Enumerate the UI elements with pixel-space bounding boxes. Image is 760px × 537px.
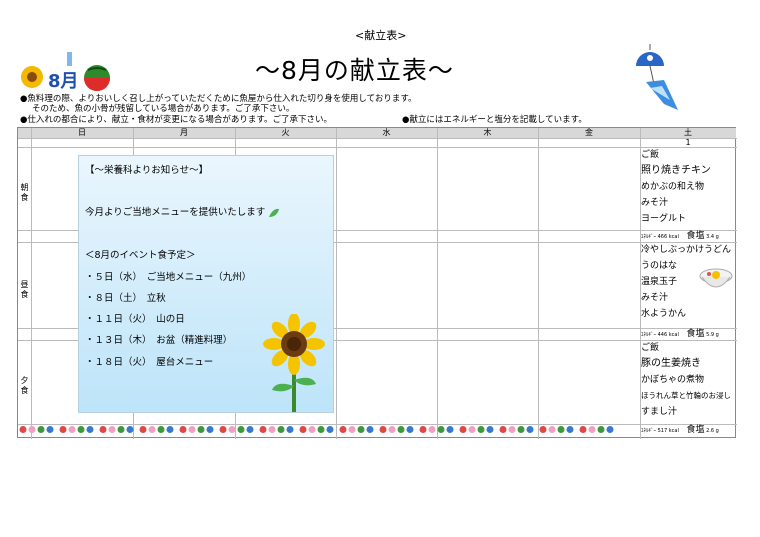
saturday-breakfast-menu: ご飯 照り焼きチキン めかぶの和え物 みそ汁 ヨーグルト [641, 147, 736, 227]
meal-label-breakfast: 朝 食 [20, 183, 29, 202]
sunflower-icon [263, 314, 325, 412]
note-fish-bones-cont: そのため、魚の小骨が残留している場合があります。ご了承下さい。 [32, 104, 295, 114]
watermelon-icon [84, 65, 110, 91]
note-menu-change: ●仕入れの都合により、献立・食材が変更になる場合があります。ご了承下さい。 [20, 115, 333, 125]
day-header-thu: 木 [437, 128, 538, 138]
day-header-sat: 土 [640, 128, 736, 138]
month-logo: 8月 [21, 52, 110, 92]
menu-item: かぼちゃの煮物 [641, 375, 705, 385]
event-item: ・８日（土） 立秋 [85, 293, 166, 304]
day-header-sun: 日 [31, 128, 133, 138]
meal-label-dinner: 夕 食 [20, 376, 29, 395]
note-energy-salt: ●献立にはエネルギーと塩分を記載しています。 [402, 115, 587, 125]
fish-cake-icon [19, 426, 54, 433]
notice-heading: 【～栄養科よりお知らせ～】 [85, 165, 209, 176]
menu-item: みそ汁 [641, 198, 669, 208]
menu-item: すまし汁 [641, 407, 678, 417]
lunch-nutrition: ｴﾈﾙｷﾞｰ 446 kcal 食塩 5.9 g [641, 329, 719, 339]
event-item: ・５日（水） ご当地メニュー（九州） [85, 272, 252, 283]
event-item: ・１８日（火） 屋台メニュー [85, 357, 214, 368]
wind-chime-icon [636, 44, 678, 110]
day-header-mon: 月 [133, 128, 235, 138]
menu-item: ヨーグルト [641, 214, 687, 224]
menu-item: ほうれん草と竹輪のお浸し [641, 391, 731, 400]
menu-item: 冷やしぶっかけうどん [641, 245, 732, 255]
menu-item: ご飯 [641, 343, 660, 353]
menu-item: 豚の生姜焼き [641, 358, 701, 369]
note-fish-bones: ●魚料理の際、よりおいしく召し上がっていただくために魚屋から仕入れた切り身を使用… [20, 94, 417, 104]
meal-label-lunch: 昼 食 [20, 280, 29, 299]
ice-icon [67, 52, 72, 66]
sunflower-icon [21, 66, 43, 88]
day-header-tue: 火 [235, 128, 336, 138]
page-title: ～8月の献立表～ [255, 56, 454, 85]
leaf-icon [269, 208, 280, 217]
menu-item: めかぶの和え物 [641, 182, 705, 192]
saturday-date: 1 [685, 138, 691, 147]
day-header-fri: 金 [538, 128, 640, 138]
decorative-border-strip [19, 426, 614, 433]
breakfast-nutrition: ｴﾈﾙｷﾞｰ 466 kcal 食塩 3.4 g [641, 231, 719, 241]
events-heading: ＜8月のイベント食予定＞ [85, 250, 196, 261]
event-item: ・１１日（火） 山の日 [85, 314, 185, 325]
day-header-wed: 水 [336, 128, 437, 138]
menu-item: 水ようかん [641, 309, 687, 319]
menu-item: 照り焼きチキン [641, 165, 711, 176]
notice-intro: 今月よりご当地メニューを提供いたします [85, 204, 280, 218]
event-item: ・１３日（木） お盆（精進料理） [85, 335, 233, 346]
udon-bowl-icon [699, 268, 733, 288]
logo-text: 8月 [48, 71, 79, 92]
menu-item: ご飯 [641, 150, 660, 160]
dinner-nutrition: ｴﾈﾙｷﾞｰ 517 kcal 食塩 2.6 g [641, 425, 719, 435]
saturday-dinner-menu: ご飯 豚の生姜焼き かぼちゃの煮物 ほうれん草と竹輪のお浸し すまし汁 [641, 340, 736, 420]
document-tag: <献立表> [355, 29, 407, 42]
nutrition-notice-box: 【～栄養科よりお知らせ～】 今月よりご当地メニューを提供いたします ＜8月のイベ… [78, 155, 334, 413]
